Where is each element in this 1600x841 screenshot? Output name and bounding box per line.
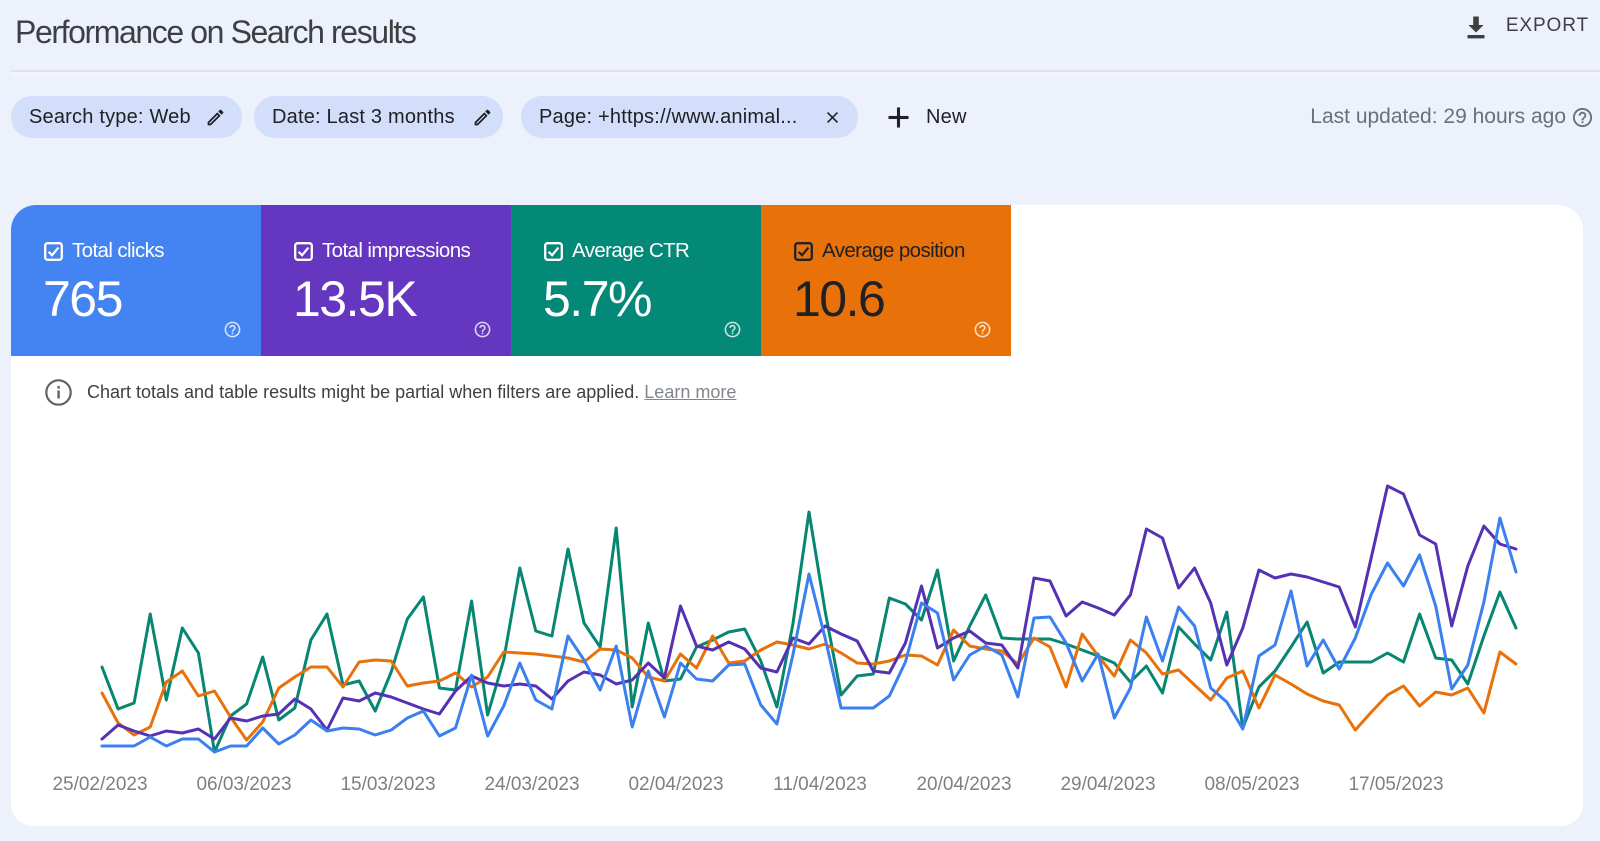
svg-text:02/04/2023: 02/04/2023 (628, 774, 723, 795)
svg-text:17/05/2023: 17/05/2023 (1348, 774, 1443, 795)
svg-text:29/04/2023: 29/04/2023 (1060, 774, 1155, 795)
svg-text:25/02/2023: 25/02/2023 (52, 774, 147, 795)
svg-text:15/03/2023: 15/03/2023 (340, 774, 435, 795)
svg-text:24/03/2023: 24/03/2023 (484, 774, 579, 795)
svg-text:08/05/2023: 08/05/2023 (1204, 774, 1299, 795)
svg-text:11/04/2023: 11/04/2023 (773, 774, 867, 795)
svg-text:20/04/2023: 20/04/2023 (916, 774, 1011, 795)
svg-text:06/03/2023: 06/03/2023 (196, 774, 291, 795)
